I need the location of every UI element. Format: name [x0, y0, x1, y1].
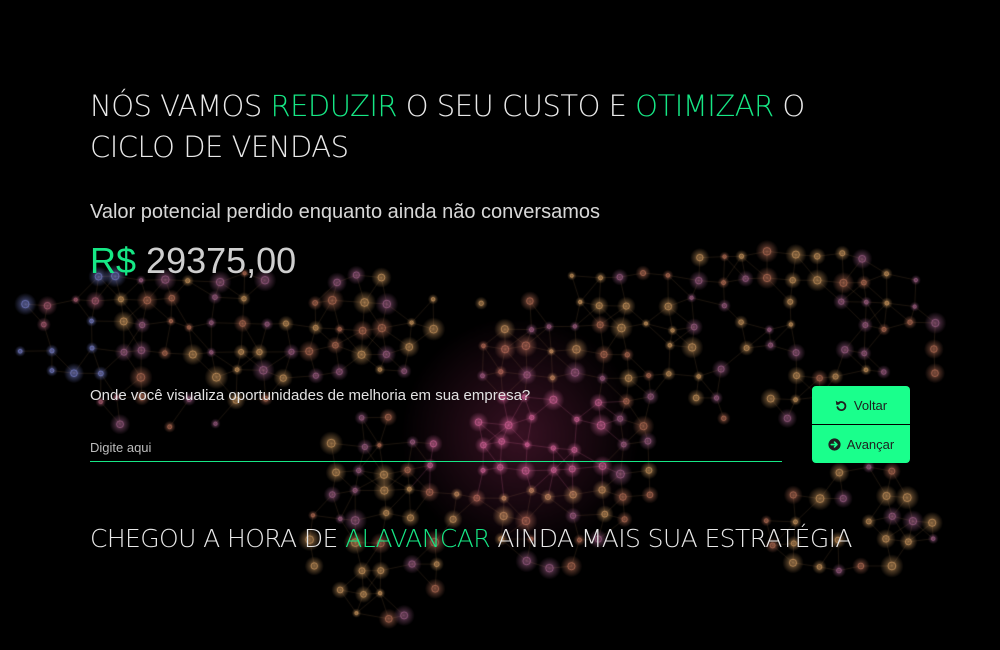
undo-icon — [835, 399, 848, 412]
next-button-label: Avançar — [846, 436, 895, 452]
cta-highlight: ALAVANCAR — [345, 524, 491, 553]
page-headline: NÓS VAMOS REDUZIR O SEU CUSTO E OTIMIZAR… — [90, 89, 805, 164]
back-button-label: Voltar — [853, 397, 888, 413]
cta-heading: CHEGOU A HORA DE ALAVANCAR AINDA MAIS SU… — [90, 524, 852, 553]
lost-value-amount: R$ 29375,00 — [90, 240, 296, 282]
headline-highlight-optimize: OTIMIZAR — [635, 89, 774, 123]
arrow-circle-right-icon — [828, 437, 841, 451]
question-label: Onde você visualiza oportunidades de mel… — [90, 387, 531, 404]
answer-input[interactable] — [90, 433, 782, 462]
lost-value-label: Valor potencial perdido enquanto ainda n… — [90, 201, 600, 223]
currency-symbol: R$ — [90, 240, 137, 281]
amount-number: 29375,00 — [146, 240, 297, 281]
back-button[interactable]: Voltar — [812, 386, 910, 424]
headline-highlight-reduce: REDUZIR — [270, 89, 398, 123]
main-content: NÓS VAMOS REDUZIR O SEU CUSTO E OTIMIZAR… — [0, 0, 1000, 650]
next-button[interactable]: Avançar — [812, 425, 910, 463]
